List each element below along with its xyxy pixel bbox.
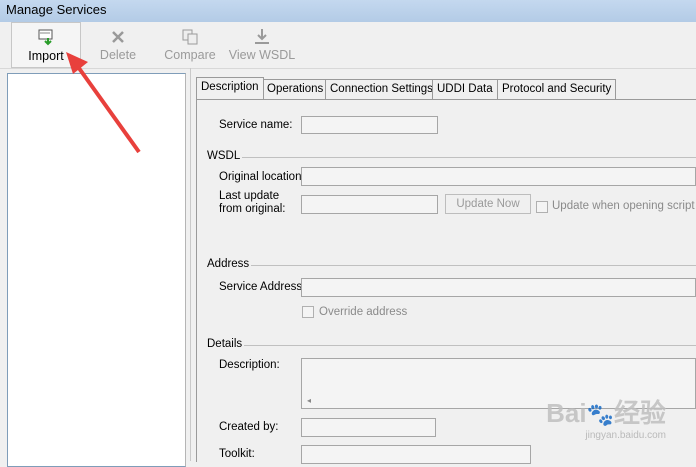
window-title: Manage Services: [6, 2, 107, 17]
delete-button[interactable]: Delete: [92, 22, 144, 66]
import-button[interactable]: Import: [11, 22, 81, 68]
original-location-field[interactable]: [301, 167, 696, 186]
update-now-button[interactable]: Update Now: [445, 194, 531, 214]
watermark-brand: Bai: [546, 398, 587, 428]
compare-label: Compare: [164, 48, 216, 62]
original-location-label: Original location:: [219, 171, 305, 183]
update-now-label: Update Now: [456, 198, 520, 210]
compare-button[interactable]: Compare: [158, 22, 222, 66]
services-tree[interactable]: [7, 73, 186, 467]
import-icon: [38, 29, 53, 46]
splitter[interactable]: [190, 68, 191, 461]
delete-icon: [112, 31, 124, 43]
tab-operations[interactable]: Operations: [262, 79, 329, 99]
service-name-label: Service name:: [219, 119, 293, 131]
created-by-field[interactable]: [301, 418, 436, 437]
details-group-label: Details: [207, 338, 243, 350]
service-address-label: Service Address:: [219, 281, 306, 293]
watermark-brand-tail: 经验: [613, 398, 666, 428]
scroll-left-icon[interactable]: ◂: [307, 396, 311, 405]
created-by-label: Created by:: [219, 421, 279, 433]
tab-protocol-security[interactable]: Protocol and Security: [497, 79, 617, 99]
baidu-watermark: Bai🐾经验 jingyan.baidu.com: [546, 393, 666, 441]
last-update-field[interactable]: [301, 195, 438, 214]
view-wsdl-icon: [255, 29, 269, 44]
override-address-checkbox[interactable]: [302, 306, 314, 318]
watermark-site: jingyan.baidu.com: [585, 430, 666, 441]
description-label: Description:: [219, 359, 280, 371]
title-bar: Manage Services: [0, 0, 696, 22]
paw-icon: 🐾: [586, 402, 614, 427]
service-address-field[interactable]: [301, 278, 696, 297]
update-when-opening-label: Update when opening script: [552, 200, 695, 212]
tab-connection-settings[interactable]: Connection Settings: [325, 79, 438, 99]
address-group-rule: [251, 265, 696, 266]
override-address-label: Override address: [319, 306, 408, 318]
address-group-label: Address: [207, 258, 250, 270]
tab-uddi-data[interactable]: UDDI Data: [432, 79, 498, 99]
delete-label: Delete: [99, 48, 137, 62]
toolbar: Import Delete Compare View WSDL: [0, 22, 696, 69]
toolkit-field[interactable]: [301, 445, 531, 464]
update-when-opening-checkbox[interactable]: [536, 201, 548, 213]
last-update-label-2: from original:: [219, 203, 286, 215]
compare-icon: [182, 29, 198, 45]
view-wsdl-button[interactable]: View WSDL: [226, 22, 298, 66]
tab-description[interactable]: Description: [196, 77, 264, 99]
toolkit-label: Toolkit:: [219, 448, 255, 460]
wsdl-group-label: WSDL: [207, 150, 241, 162]
service-name-field[interactable]: [301, 116, 438, 134]
import-label: Import: [28, 49, 64, 63]
details-group-rule: [244, 345, 696, 346]
wsdl-group-rule: [242, 157, 696, 158]
last-update-label: Last update: [219, 190, 280, 202]
view-wsdl-label: View WSDL: [228, 48, 296, 62]
